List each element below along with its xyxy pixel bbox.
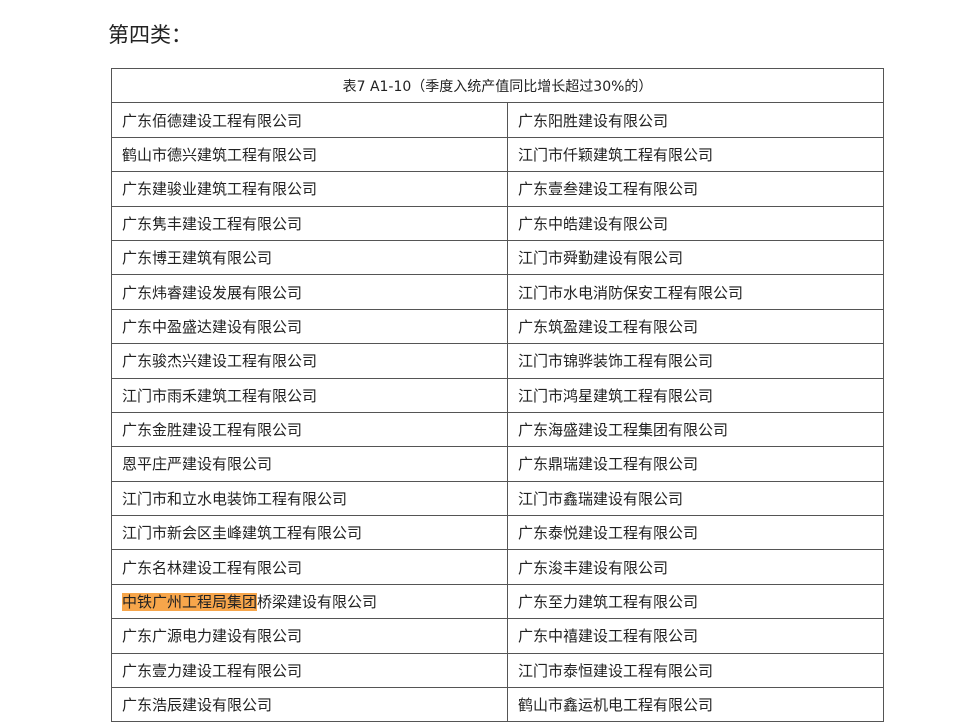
table-row: 广东中盈盛达建设有限公司 广东筑盈建设工程有限公司 [111, 308, 885, 345]
company-cell-right: 广东海盛建设工程集团有限公司 [506, 411, 885, 448]
company-cell-right: 江门市舜勤建设有限公司 [506, 239, 885, 276]
company-cell-right: 江门市鸿星建筑工程有限公司 [506, 377, 885, 413]
table-row: 广东建骏业建筑工程有限公司 广东壹叁建设工程有限公司 [111, 171, 885, 207]
company-cell-right: 江门市水电消防保安工程有限公司 [506, 274, 885, 310]
table-row: 广东隽丰建设工程有限公司 广东中皓建设有限公司 [111, 205, 885, 241]
company-cell-right: 广东至力建筑工程有限公司 [506, 583, 885, 620]
table-row: 江门市雨禾建筑工程有限公司 江门市鸿星建筑工程有限公司 [111, 377, 885, 413]
company-cell-left: 广东金胜建设工程有限公司 [111, 411, 508, 448]
company-cell-left: 广东壹力建设工程有限公司 [111, 652, 508, 689]
company-cell-left: 广东名林建设工程有限公司 [111, 549, 508, 585]
table-row: 广东金胜建设工程有限公司 广东海盛建设工程集团有限公司 [111, 411, 885, 448]
company-cell-right: 广东壹叁建设工程有限公司 [506, 171, 885, 207]
company-cell-right: 广东中禧建设工程有限公司 [506, 618, 885, 654]
table-row: 广东博王建筑有限公司 江门市舜勤建设有限公司 [111, 239, 885, 276]
table-caption: 表7 A1-10（季度入统产值同比增长超过30%的） [110, 67, 885, 104]
table-row: 广东广源电力建设有限公司 广东中禧建设工程有限公司 [111, 618, 885, 654]
table-row: 广东佰德建设工程有限公司 广东阳胜建设有限公司 [111, 102, 885, 138]
company-cell-left: 广东隽丰建设工程有限公司 [111, 205, 508, 241]
company-table: 表7 A1-10（季度入统产值同比增长超过30%的） 广东佰德建设工程有限公司广… [110, 67, 885, 723]
company-cell-right: 江门市泰恒建设工程有限公司 [506, 652, 885, 689]
company-cell-right: 江门市锦骅装饰工程有限公司 [506, 343, 885, 379]
company-cell-right: 鹤山市鑫运机电工程有限公司 [506, 687, 885, 723]
table-row: 广东名林建设工程有限公司 广东浚丰建设有限公司 [111, 549, 885, 585]
table-row: 广东炜睿建设发展有限公司 江门市水电消防保安工程有限公司 [111, 274, 885, 310]
company-cell-left: 广东浩辰建设有限公司 [111, 687, 508, 723]
company-name-rest: 桥梁建设有限公司 [257, 593, 378, 612]
company-cell-left: 恩平庄严建设有限公司 [111, 446, 508, 482]
table-row: 鹤山市德兴建筑工程有限公司 江门市仟颖建筑工程有限公司 [111, 136, 885, 173]
table-row: 广东壹力建设工程有限公司 江门市泰恒建设工程有限公司 [111, 652, 885, 689]
table-row: 江门市和立水电装饰工程有限公司 江门市鑫瑞建设有限公司 [111, 480, 885, 517]
company-cell-left: 中铁广州工程局集团桥梁建设有限公司 [111, 583, 508, 620]
company-cell-left: 广东建骏业建筑工程有限公司 [111, 171, 508, 207]
company-cell-left: 江门市雨禾建筑工程有限公司 [111, 377, 508, 413]
company-cell-right: 广东中皓建设有限公司 [506, 205, 885, 241]
company-cell-left: 江门市新会区圭峰建筑工程有限公司 [111, 515, 508, 551]
company-cell-left: 广东佰德建设工程有限公司 [111, 102, 508, 138]
company-cell-right: 江门市仟颖建筑工程有限公司 [506, 136, 885, 173]
table-caption-row: 表7 A1-10（季度入统产值同比增长超过30%的） [110, 67, 885, 104]
company-cell-right: 广东鼎瑞建设工程有限公司 [506, 446, 885, 482]
company-cell-left: 广东中盈盛达建设有限公司 [111, 308, 508, 345]
company-cell-right: 广东筑盈建设工程有限公司 [506, 308, 885, 345]
table-body: 表7 A1-10（季度入统产值同比增长超过30%的） 广东佰德建设工程有限公司广… [110, 67, 885, 723]
company-cell-left: 广东炜睿建设发展有限公司 [111, 274, 508, 310]
table-row: 广东浩辰建设有限公司 鹤山市鑫运机电工程有限公司 [111, 687, 885, 723]
search-highlight: 中铁广州工程局集团 [122, 593, 258, 612]
company-cell-right: 广东泰悦建设工程有限公司 [506, 515, 885, 551]
table-row: 恩平庄严建设有限公司 广东鼎瑞建设工程有限公司 [111, 446, 885, 482]
company-cell-right: 广东浚丰建设有限公司 [506, 549, 885, 585]
company-cell-right: 广东阳胜建设有限公司 [506, 102, 885, 138]
company-cell-left: 广东博王建筑有限公司 [111, 239, 508, 276]
table-row: 广东骏杰兴建设工程有限公司 江门市锦骅装饰工程有限公司 [111, 343, 885, 379]
company-cell-left: 广东骏杰兴建设工程有限公司 [111, 343, 508, 379]
company-cell-left: 江门市和立水电装饰工程有限公司 [111, 480, 508, 517]
table-row: 江门市新会区圭峰建筑工程有限公司 广东泰悦建设工程有限公司 [111, 515, 885, 551]
section-heading: 第四类： [108, 23, 192, 47]
table-row: 中铁广州工程局集团桥梁建设有限公司 广东至力建筑工程有限公司 [111, 583, 885, 620]
company-cell-left: 鹤山市德兴建筑工程有限公司 [111, 136, 508, 173]
company-cell-right: 江门市鑫瑞建设有限公司 [506, 480, 885, 517]
company-cell-left: 广东广源电力建设有限公司 [111, 618, 508, 654]
